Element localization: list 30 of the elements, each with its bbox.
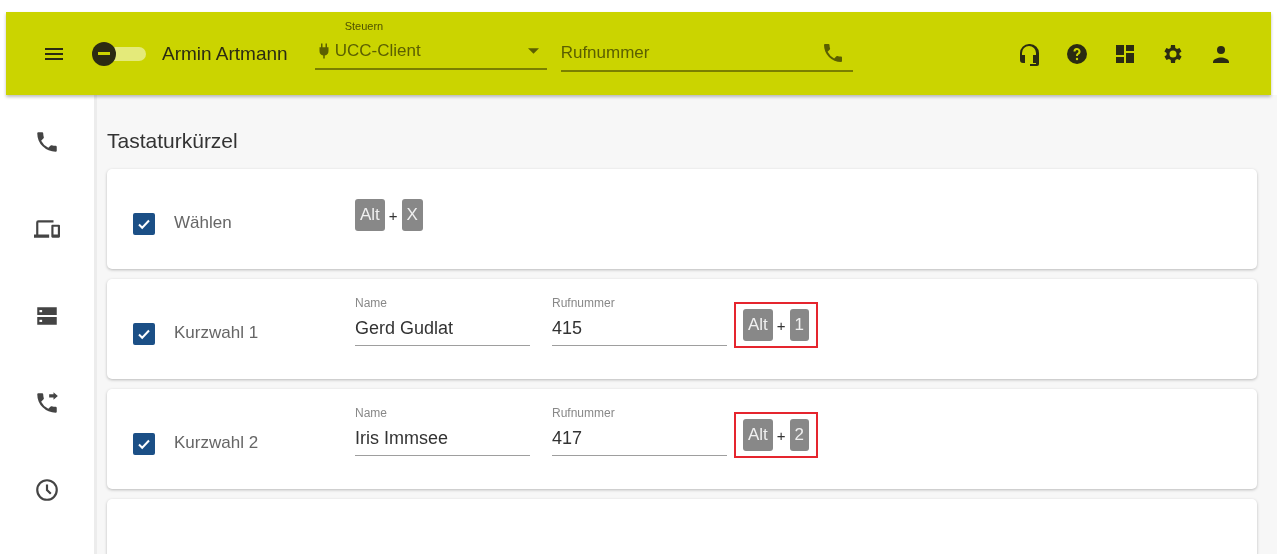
plus-sign: + [388,206,398,224]
checkbox[interactable] [133,213,155,235]
number-field[interactable]: Rufnummer 417 [552,406,727,456]
status-toggle[interactable] [92,41,146,66]
page-title: Tastaturkürzel [107,129,239,154]
checkbox[interactable] [133,433,155,455]
shortcut-label: Kurzwahl 1 [174,323,260,343]
caret-icon [527,47,539,54]
headset-icon[interactable] [1017,41,1041,66]
clock-icon [34,477,60,503]
key-cap: Alt [355,199,385,231]
shortcut-label: Kurzwahl 2 [174,433,260,453]
number-field[interactable]: Rufnummer 415 [552,296,727,346]
name-field[interactable]: Name Gerd Gudlat [355,296,530,346]
plus-sign: + [776,426,786,444]
key-cap: 1 [789,309,810,341]
plus-sign: + [776,316,786,334]
key-cap: Alt [743,309,773,341]
checkbox[interactable] [133,323,155,345]
key-cap: 2 [789,419,810,451]
phone-icon [34,129,60,155]
key-cap: Alt [743,419,773,451]
shortcut-label: Wählen [174,213,233,233]
dial-field[interactable]: Rufnummer [560,42,821,63]
help-icon[interactable] [1065,41,1089,66]
call-forward-icon [34,390,60,416]
key-cap: X [401,199,423,231]
user-name: Armin Artmann [162,42,288,65]
name-field[interactable]: Name Iris Immsee [355,406,530,456]
control-select[interactable]: Steuern UCC-Client [314,17,547,70]
